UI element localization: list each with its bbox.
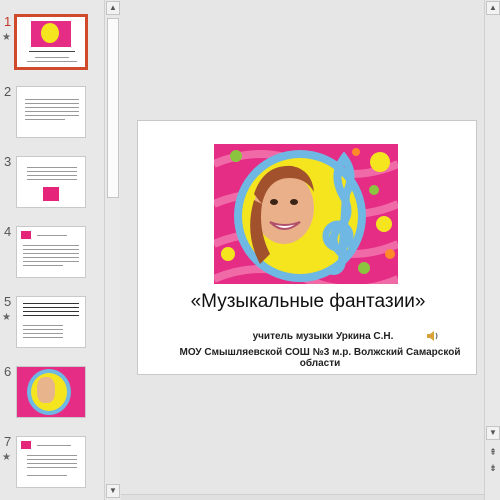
thumbnail-preview [16, 296, 86, 348]
thumbnail-number: 5 [4, 294, 12, 309]
speaker-icon[interactable] [426, 330, 440, 342]
thumbnail-slide-1[interactable]: 1 ★ [0, 14, 104, 74]
thumbnail-preview [16, 226, 86, 278]
school-line[interactable]: МОУ Смышляевской СОШ №3 м.р. Волжский Са… [138, 347, 478, 369]
animation-star-icon: ★ [2, 312, 11, 323]
thumbnail-slide-3[interactable]: 3 [0, 154, 104, 214]
slide-title[interactable]: «Музыкальные фантазии» [138, 291, 478, 313]
thumbnail-slide-4[interactable]: 4 [0, 224, 104, 284]
animation-star-icon: ★ [2, 32, 11, 43]
thumbnail-number: 3 [4, 154, 12, 169]
scroll-up-button[interactable]: ▲ [106, 1, 120, 15]
editor-scrollbar[interactable]: ▲ ▼ ⇞ ⇟ [484, 0, 500, 500]
title-picture[interactable] [214, 144, 398, 284]
powerpoint-window: 1 ★ 2 3 4 5 ★ 6 7 ★ ▲ ▼ «Музыкальные фан… [0, 0, 500, 500]
slide-thumbnail-pane: 1 ★ 2 3 4 5 ★ 6 7 ★ [0, 0, 104, 500]
scroll-up-button[interactable]: ▲ [486, 1, 500, 15]
thumbnail-number: 7 [4, 434, 12, 449]
thumbnail-preview [14, 14, 88, 70]
current-slide[interactable]: «Музыкальные фантазии» учитель музыки Ур… [137, 120, 477, 375]
thumbnail-preview [16, 156, 86, 208]
next-slide-button[interactable]: ⇟ [487, 462, 499, 474]
scroll-down-button[interactable]: ▼ [486, 426, 500, 440]
thumbnail-preview [16, 86, 86, 138]
previous-slide-button[interactable]: ⇞ [487, 446, 499, 458]
thumbnail-slide-2[interactable]: 2 [0, 84, 104, 144]
thumbnail-number: 2 [4, 84, 12, 99]
animation-star-icon: ★ [2, 452, 11, 463]
editor-bottom-edge [121, 494, 484, 500]
slide-editor-pane: «Музыкальные фантазии» учитель музыки Ур… [121, 0, 484, 500]
scrollbar-thumb[interactable] [107, 18, 119, 198]
thumbnail-preview [16, 366, 86, 418]
thumbnail-slide-5[interactable]: 5 ★ [0, 294, 104, 354]
thumbnail-slide-7[interactable]: 7 ★ [0, 434, 104, 494]
thumbnail-number: 4 [4, 224, 12, 239]
thumbnail-scrollbar[interactable]: ▲ ▼ [104, 0, 120, 500]
thumbnail-number: 1 [4, 14, 12, 29]
thumbnail-preview [16, 436, 86, 488]
thumbnail-number: 6 [4, 364, 12, 379]
girl-with-treble-clef-image [214, 144, 398, 284]
scroll-down-button[interactable]: ▼ [106, 484, 120, 498]
thumbnail-slide-6[interactable]: 6 [0, 364, 104, 424]
